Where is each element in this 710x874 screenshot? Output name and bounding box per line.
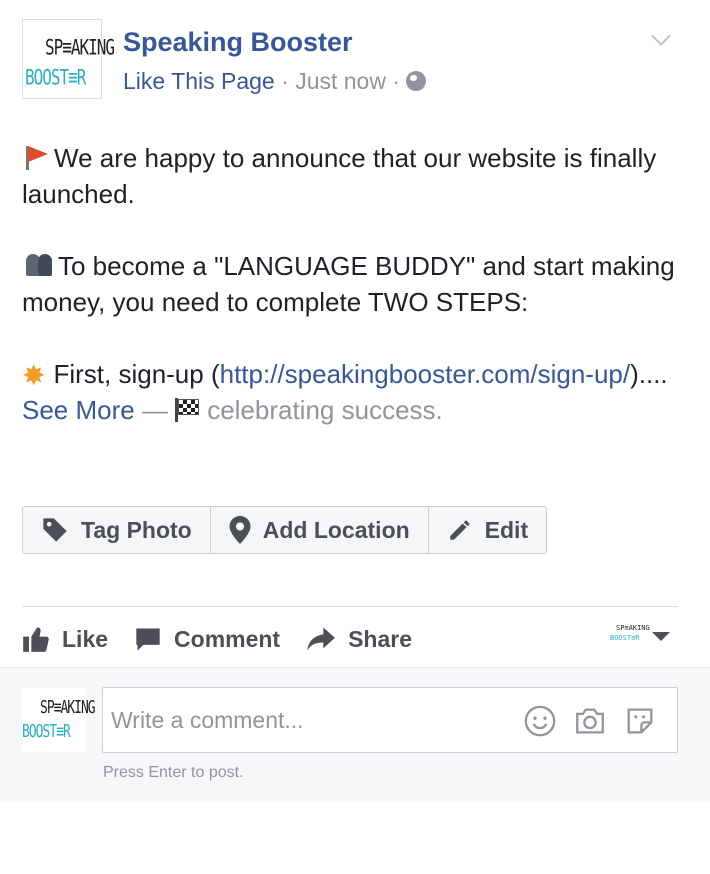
tag-photo-label: Tag Photo <box>81 516 192 543</box>
actor-avatar: SP≡AKING BOOST≡R <box>610 620 650 652</box>
logo-text-bottom: BOOST≡R <box>25 64 86 90</box>
share-label: Share <box>348 625 413 652</box>
people-icon <box>22 252 58 278</box>
commenter-logo-top: SP≡AKING <box>40 698 96 719</box>
caret-down-icon <box>652 631 670 641</box>
post-text: ).... <box>630 359 668 389</box>
page-name-link[interactable]: Speaking Booster <box>123 27 353 58</box>
like-label: Like <box>62 625 109 652</box>
pencil-icon <box>449 520 470 540</box>
page-avatar[interactable]: SP≡AKING BOOST≡R <box>22 19 115 99</box>
commenter-avatar: SP≡AKING BOOST≡R <box>22 688 96 752</box>
commenter-logo-bottom: BOOST≡R <box>22 722 71 743</box>
share-arrow-icon <box>307 627 335 651</box>
sticker-icon[interactable] <box>623 704 657 738</box>
post-timestamp[interactable]: Just now <box>295 68 386 94</box>
actor-logo-top: SP≡AKING <box>616 624 650 632</box>
comment-label: Comment <box>174 625 281 652</box>
tag-photo-button[interactable]: Tag Photo <box>23 507 211 553</box>
post-text: We are happy to announce that our websit… <box>22 143 657 209</box>
like-button[interactable]: Like <box>22 625 108 653</box>
comment-box-icons <box>523 704 657 738</box>
meta-separator: · <box>385 68 407 94</box>
feeling-dash: — <box>134 395 176 425</box>
comment-button[interactable]: Comment <box>134 625 280 653</box>
post-paragraph: To become a "LANGUAGE BUDDY" and start m… <box>22 248 692 320</box>
post-text: To become a "LANGUAGE BUDDY" and start m… <box>22 251 675 317</box>
post-text: First, sign-up ( <box>53 359 220 389</box>
comment-input[interactable] <box>111 704 511 736</box>
post-meta: Like This Page · Just now · <box>123 68 427 95</box>
post-body: We are happy to announce that our websit… <box>22 140 692 464</box>
globe-icon[interactable] <box>406 71 427 91</box>
post-edit-toolbar: Tag Photo Add Location Edit <box>22 506 548 554</box>
thumbs-up-icon <box>23 627 49 652</box>
burst-icon: ✸ <box>22 360 46 391</box>
post-paragraph: ✸ First, sign-up (http://speakingbooster.… <box>22 356 692 428</box>
signup-url-link[interactable]: http://speakingbooster.com/sign-up/ <box>220 359 630 389</box>
red-flag-icon <box>22 144 48 170</box>
share-button[interactable]: Share <box>306 625 412 653</box>
meta-separator: · <box>274 68 296 94</box>
divider <box>22 606 678 607</box>
checkered-flag-icon <box>175 398 200 422</box>
post-paragraph: We are happy to announce that our websit… <box>22 140 692 212</box>
camera-icon[interactable] <box>573 704 607 738</box>
comment-box <box>102 687 678 753</box>
actor-logo-bottom: BOOST≡R <box>610 634 640 642</box>
like-page-link[interactable]: Like This Page <box>123 68 275 94</box>
add-location-button[interactable]: Add Location <box>211 507 429 553</box>
actor-selector[interactable]: SP≡AKING BOOST≡R <box>610 620 670 652</box>
edit-button[interactable]: Edit <box>429 507 546 553</box>
add-location-label: Add Location <box>262 516 410 543</box>
post-hint: Press Enter to post. <box>103 764 244 781</box>
edit-label: Edit <box>484 516 529 543</box>
logo-text-top: SP≡AKING <box>45 34 115 60</box>
comment-composer: SP≡AKING BOOST≡R Press Enter to post. <box>0 667 710 802</box>
post-header: SP≡AKING BOOST≡R Speaking Booster Like T… <box>22 19 710 101</box>
feeling-text[interactable]: celebrating success. <box>207 395 443 425</box>
comment-bubble-icon <box>136 628 160 651</box>
post-actions: Like Comment Share SP≡AKING BOOST≡R <box>22 616 680 662</box>
tag-icon <box>43 518 67 542</box>
location-pin-icon <box>229 516 251 544</box>
see-more-link[interactable]: See More <box>22 395 135 425</box>
chevron-down-icon[interactable] <box>651 26 671 46</box>
emoji-icon[interactable] <box>523 704 557 738</box>
